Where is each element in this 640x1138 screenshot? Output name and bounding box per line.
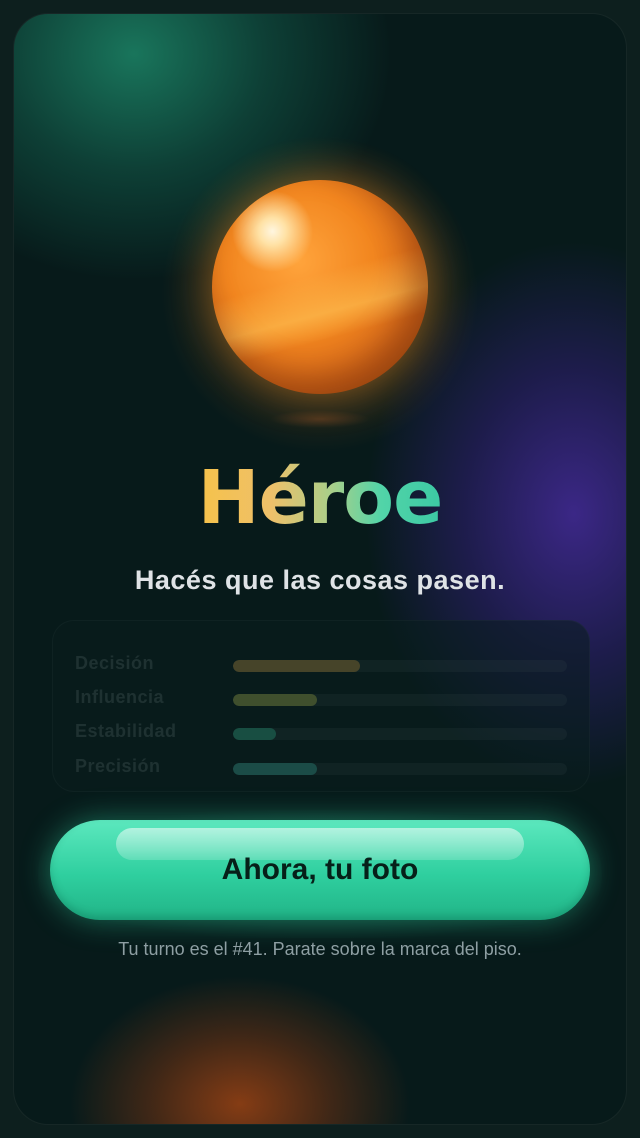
stat-track (233, 763, 567, 775)
result-title-text: Héroe (197, 455, 444, 541)
stat-row-decision: Decisión (53, 649, 589, 683)
take-photo-label: Ahora, tu foto (221, 853, 419, 886)
stat-row-estabilidad: Estabilidad (53, 717, 589, 751)
result-title: Héroe (14, 452, 626, 544)
stat-label: Estabilidad (75, 721, 177, 741)
take-photo-button[interactable]: Ahora, tu foto (50, 820, 590, 920)
stat-row-influencia: Influencia (53, 683, 589, 717)
stat-fill (233, 728, 277, 740)
stat-track (233, 660, 567, 672)
stat-label: Influencia (75, 687, 165, 707)
result-subtitle: Hacés que las cosas pasen. (134, 565, 506, 595)
orb-reflection (270, 410, 370, 428)
stat-fill (233, 763, 317, 775)
stat-track (233, 728, 567, 740)
screen-frame: Héroe Hacés que las cosas pasen. Decisió… (0, 0, 640, 1138)
turn-hint: Tu turno es el #41. Parate sobre la marc… (118, 939, 522, 959)
stats-panel: Decisión Influencia Estabilidad Precisió… (52, 620, 590, 792)
stat-row-precision: Precisión (53, 752, 589, 786)
stat-label: Precisión (75, 756, 161, 776)
stat-fill (233, 660, 360, 672)
stat-track (233, 694, 567, 706)
stat-label: Decisión (75, 653, 155, 673)
orb-illustration (212, 180, 428, 394)
stat-fill (233, 694, 317, 706)
result-card: Héroe Hacés que las cosas pasen. Decisió… (14, 14, 626, 1124)
